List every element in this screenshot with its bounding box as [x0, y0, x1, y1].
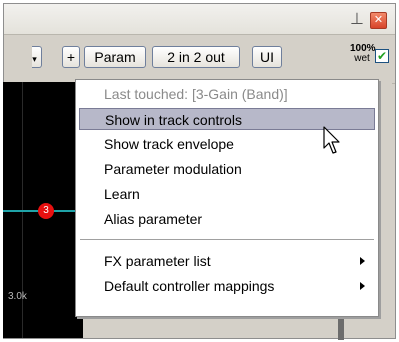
submenu-arrow-icon — [360, 282, 365, 290]
check-icon: ✔ — [376, 49, 388, 63]
ui-button[interactable]: UI — [252, 46, 282, 68]
param-button-label: Param — [94, 49, 136, 65]
menu-item-label: Alias parameter — [104, 211, 203, 227]
wet-knob[interactable]: 100% wet — [350, 44, 376, 68]
param-context-menu: Last touched: [3-Gain (Band)] Show in tr… — [75, 79, 379, 317]
menu-item-label: FX parameter list — [104, 253, 211, 269]
menu-item-label: Learn — [104, 186, 140, 202]
menu-item-default-controller-mappings[interactable]: Default controller mappings — [79, 275, 375, 297]
menu-item-parameter-modulation[interactable]: Parameter modulation — [79, 158, 375, 180]
mouse-cursor-icon — [323, 126, 340, 154]
menu-item-label: Show in track controls — [105, 112, 242, 128]
io-button-label: 2 in 2 out — [167, 49, 225, 65]
add-button[interactable]: + — [62, 46, 80, 68]
add-button-label: + — [66, 49, 76, 65]
title-bar[interactable]: ⊥ ✕ — [4, 4, 395, 35]
eq-band-node[interactable]: 3 — [38, 203, 54, 219]
menu-item-label: Default controller mappings — [104, 278, 275, 294]
preset-dropdown-edge[interactable]: ▾ — [32, 46, 42, 68]
param-button[interactable]: Param — [84, 46, 146, 68]
ui-button-label: UI — [260, 49, 274, 65]
pin-icon[interactable]: ⊥ — [348, 10, 366, 28]
menu-item-learn[interactable]: Learn — [79, 183, 375, 205]
menu-item-label: Parameter modulation — [104, 161, 242, 177]
io-button[interactable]: 2 in 2 out — [152, 46, 240, 68]
submenu-arrow-icon — [360, 257, 365, 265]
menu-header-last-touched: Last touched: [3-Gain (Band)] — [104, 86, 288, 102]
fx-enable-checkbox[interactable]: ✔ — [375, 49, 389, 63]
freq-axis-label: 3.0k — [8, 291, 27, 302]
menu-item-label: Show track envelope — [104, 136, 234, 152]
menu-separator — [80, 239, 374, 240]
menu-item-alias-parameter[interactable]: Alias parameter — [79, 208, 375, 230]
close-icon[interactable]: ✕ — [370, 12, 387, 29]
menu-item-fx-parameter-list[interactable]: FX parameter list — [79, 250, 375, 272]
chevron-down-icon: ▾ — [32, 54, 37, 64]
wet-label: wet — [354, 53, 370, 64]
band-number: 3 — [43, 205, 49, 216]
